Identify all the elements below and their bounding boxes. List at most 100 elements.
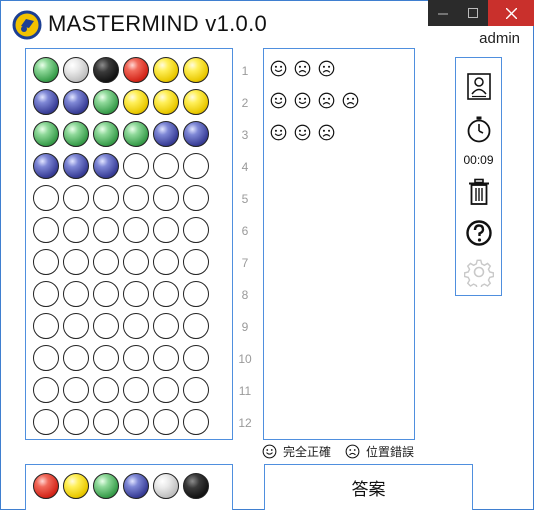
peg-slot[interactable] — [93, 409, 119, 435]
answer-button[interactable]: 答案 — [264, 464, 473, 510]
peg-slot[interactable] — [33, 377, 59, 403]
peg-slot[interactable] — [183, 89, 209, 115]
guess-board — [25, 48, 233, 440]
help-icon[interactable] — [464, 218, 494, 248]
peg-slot[interactable] — [153, 185, 179, 211]
peg-slot[interactable] — [93, 345, 119, 371]
peg-slot[interactable] — [33, 313, 59, 339]
peg-slot[interactable] — [123, 345, 149, 371]
peg-slot[interactable] — [123, 153, 149, 179]
peg-slot[interactable] — [153, 121, 179, 147]
happy-face-icon — [270, 60, 287, 77]
peg-slot[interactable] — [123, 313, 149, 339]
peg-slot[interactable] — [33, 185, 59, 211]
peg-slot[interactable] — [33, 121, 59, 147]
peg-slot[interactable] — [183, 345, 209, 371]
palette-color-white[interactable] — [153, 473, 179, 499]
peg-slot[interactable] — [93, 249, 119, 275]
feedback-legend: 完全正確 位置錯誤 — [262, 443, 414, 460]
peg-slot[interactable] — [183, 313, 209, 339]
peg-slot[interactable] — [63, 249, 89, 275]
peg-slot[interactable] — [63, 217, 89, 243]
palette-color-blue[interactable] — [123, 473, 149, 499]
palette-color-yellow[interactable] — [63, 473, 89, 499]
peg-slot[interactable] — [93, 57, 119, 83]
close-button[interactable] — [488, 0, 534, 26]
peg-slot[interactable] — [93, 185, 119, 211]
row-number: 1 — [241, 64, 249, 78]
peg-slot[interactable] — [153, 89, 179, 115]
peg-slot[interactable] — [123, 89, 149, 115]
peg-slot[interactable] — [33, 281, 59, 307]
board-row — [32, 151, 210, 181]
peg-slot[interactable] — [93, 377, 119, 403]
maximize-icon — [468, 8, 478, 18]
peg-slot[interactable] — [93, 313, 119, 339]
peg-slot[interactable] — [153, 249, 179, 275]
peg-slot[interactable] — [183, 57, 209, 83]
board-row — [32, 119, 210, 149]
settings-icon[interactable] — [464, 257, 494, 287]
peg-slot[interactable] — [93, 89, 119, 115]
peg-slot[interactable] — [123, 377, 149, 403]
peg-slot[interactable] — [93, 281, 119, 307]
peg-slot[interactable] — [63, 281, 89, 307]
palette-color-green[interactable] — [93, 473, 119, 499]
peg-slot[interactable] — [153, 313, 179, 339]
peg-slot[interactable] — [33, 217, 59, 243]
peg-slot[interactable] — [153, 153, 179, 179]
peg-slot[interactable] — [33, 153, 59, 179]
peg-slot[interactable] — [33, 345, 59, 371]
peg-slot[interactable] — [63, 409, 89, 435]
peg-slot[interactable] — [123, 409, 149, 435]
peg-slot[interactable] — [93, 121, 119, 147]
peg-slot[interactable] — [123, 121, 149, 147]
peg-slot[interactable] — [153, 57, 179, 83]
peg-slot[interactable] — [183, 153, 209, 179]
board-row — [32, 279, 210, 309]
peg-slot[interactable] — [183, 409, 209, 435]
peg-slot[interactable] — [153, 281, 179, 307]
peg-slot[interactable] — [63, 345, 89, 371]
peg-slot[interactable] — [183, 249, 209, 275]
palette-color-black[interactable] — [183, 473, 209, 499]
row-number: 7 — [241, 256, 249, 270]
peg-slot[interactable] — [183, 377, 209, 403]
peg-slot[interactable] — [123, 217, 149, 243]
legend-misplaced-label: 位置錯誤 — [366, 445, 415, 459]
peg-slot[interactable] — [183, 121, 209, 147]
peg-slot[interactable] — [183, 281, 209, 307]
peg-slot[interactable] — [33, 57, 59, 83]
peg-slot[interactable] — [123, 281, 149, 307]
row-number: 6 — [241, 224, 249, 238]
peg-slot[interactable] — [123, 57, 149, 83]
peg-slot[interactable] — [63, 377, 89, 403]
minimize-button[interactable] — [428, 0, 458, 26]
app-logo-icon — [12, 10, 42, 40]
maximize-button[interactable] — [458, 0, 488, 26]
peg-slot[interactable] — [93, 217, 119, 243]
peg-slot[interactable] — [183, 185, 209, 211]
peg-slot[interactable] — [153, 217, 179, 243]
peg-slot[interactable] — [33, 409, 59, 435]
profile-icon[interactable] — [464, 71, 494, 101]
peg-slot[interactable] — [63, 57, 89, 83]
peg-slot[interactable] — [63, 313, 89, 339]
trash-icon[interactable] — [464, 177, 494, 207]
peg-slot[interactable] — [33, 249, 59, 275]
peg-slot[interactable] — [123, 185, 149, 211]
peg-slot[interactable] — [183, 217, 209, 243]
peg-slot[interactable] — [63, 121, 89, 147]
peg-slot[interactable] — [153, 345, 179, 371]
peg-slot[interactable] — [153, 377, 179, 403]
peg-slot[interactable] — [63, 89, 89, 115]
palette-color-red[interactable] — [33, 473, 59, 499]
peg-slot[interactable] — [123, 249, 149, 275]
stopwatch-icon[interactable] — [464, 114, 494, 144]
peg-slot[interactable] — [33, 89, 59, 115]
peg-slot[interactable] — [63, 153, 89, 179]
peg-slot[interactable] — [93, 153, 119, 179]
peg-slot[interactable] — [63, 185, 89, 211]
row-number: 9 — [241, 320, 249, 334]
peg-slot[interactable] — [153, 409, 179, 435]
